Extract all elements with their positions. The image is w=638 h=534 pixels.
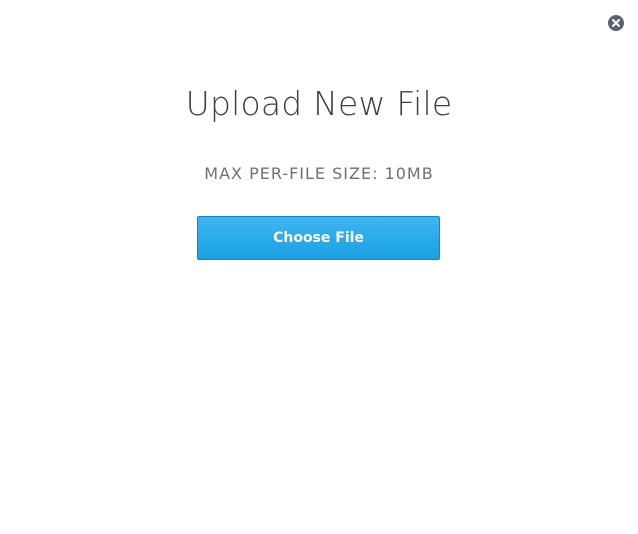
max-file-size-label: MAX PER-FILE SIZE: 10MB: [204, 164, 434, 183]
dialog-title: Upload New File: [185, 84, 453, 123]
close-button[interactable]: [608, 15, 624, 31]
close-icon: [612, 19, 620, 27]
choose-file-button[interactable]: Choose File: [197, 216, 440, 260]
upload-dialog: Upload New File MAX PER-FILE SIZE: 10MB …: [0, 0, 638, 534]
